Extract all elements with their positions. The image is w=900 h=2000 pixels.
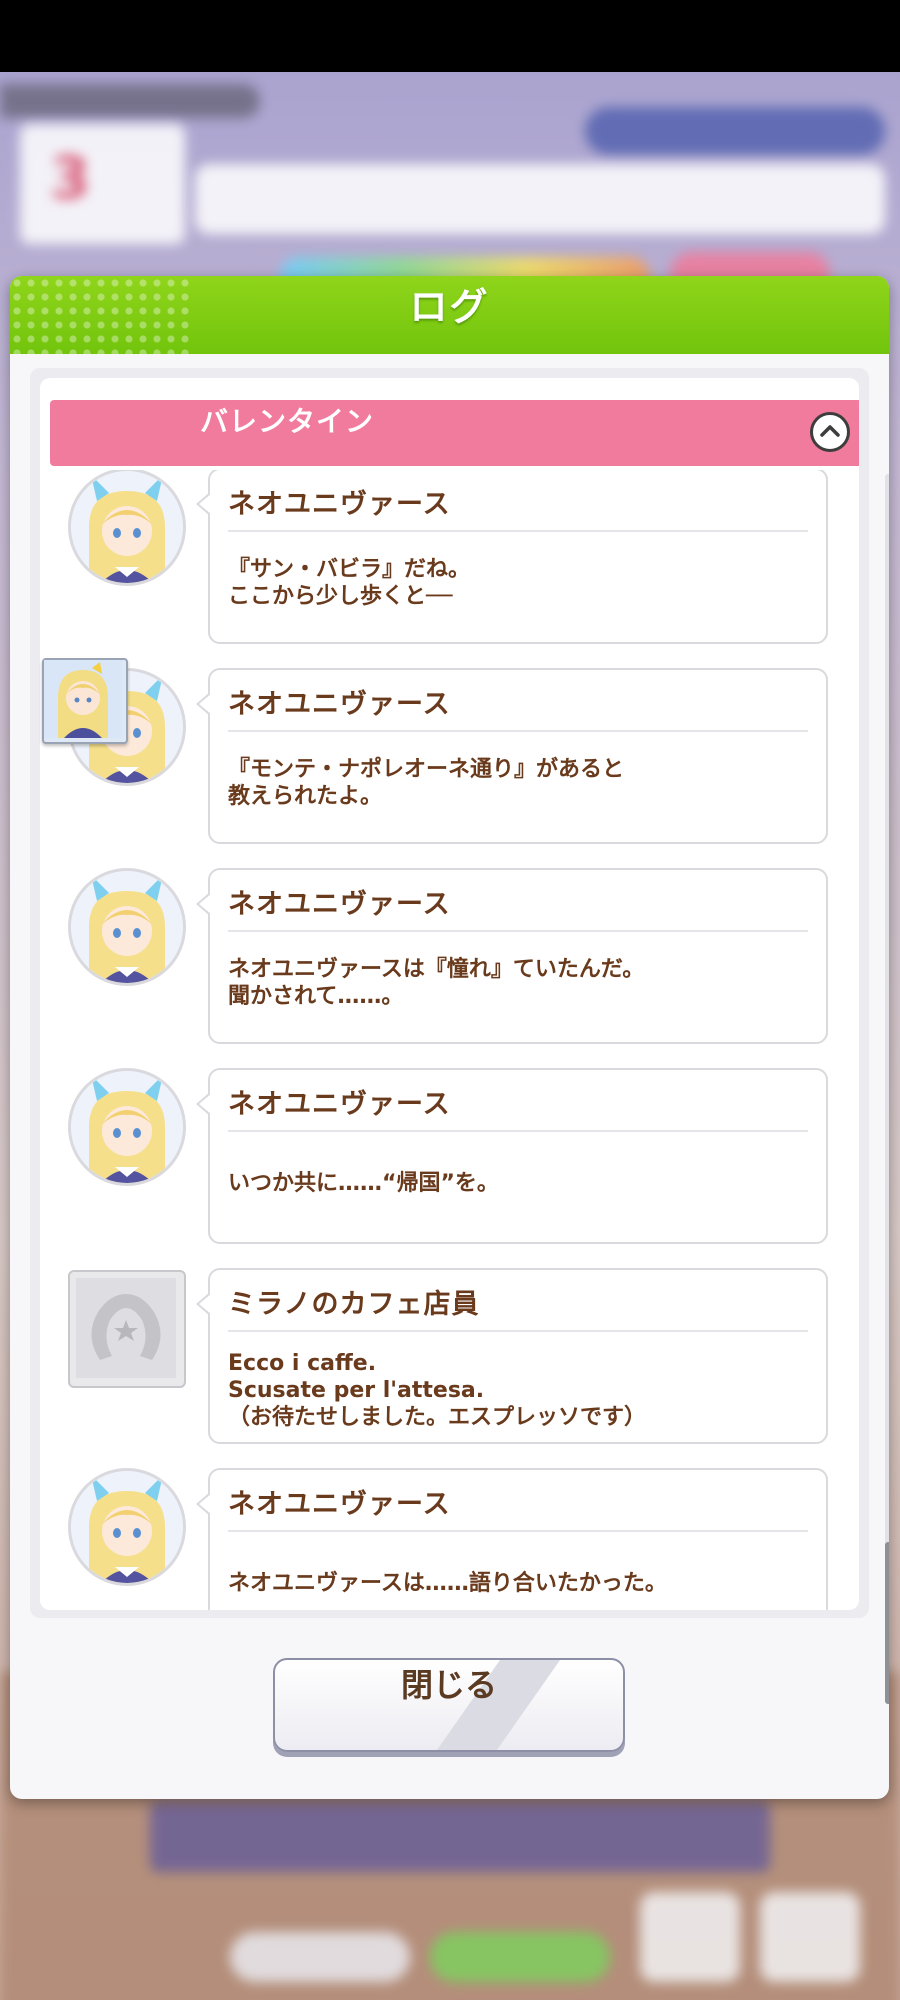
message-line: いつか共に……“帰国”を。	[228, 1171, 499, 1196]
status-bar	[0, 0, 900, 72]
bubble-divider	[228, 1530, 808, 1532]
placeholder-avatar	[68, 1270, 186, 1388]
dialog-body: バレンタイン ネオユニヴァース 『サン・バビラ』だね。 ここから少し歩くと── ネオユ…	[30, 368, 889, 1704]
dialog-title: ログ	[409, 285, 490, 329]
message-bubble: ネオユニヴァース『モンテ・ナポレオーネ通り』があると 教えられたよ。	[196, 668, 828, 844]
log-dialog: ログ バレンタイン ネオユニヴァース 『サン・バビラ』だね。 ここから少し歩くと──…	[10, 276, 889, 1799]
dialog-header: ログ	[10, 276, 889, 354]
background-log-icon-button	[640, 1892, 740, 1982]
log-entry: ネオユニヴァース『サン・バビラ』だね。 ここから少し歩くと──	[40, 470, 859, 644]
message-line: 『モンテ・ナポレオーネ通り』があると	[228, 757, 625, 782]
character-avatar	[68, 1468, 186, 1586]
bubble-divider	[228, 730, 808, 732]
speaker-name: ネオユニヴァース	[228, 889, 451, 920]
background-top-bar	[0, 84, 260, 118]
character-avatar	[68, 470, 186, 586]
background-green-button	[430, 1932, 610, 1982]
background-turn-number: 3	[50, 144, 91, 212]
speaker-name: ネオユニヴァース	[228, 1489, 451, 1520]
message-line: ネオユニヴァースは『憧れ』ていたんだ。	[228, 957, 645, 982]
message-bubble: ネオユニヴァース『サン・バビラ』だね。 ここから少し歩くと──	[196, 470, 828, 644]
background-pill	[585, 107, 885, 155]
chapter-bar[interactable]: バレンタイン	[50, 400, 859, 466]
speaker-name: ミラノのカフェ店員	[228, 1289, 480, 1320]
background-turn-box: 3	[20, 124, 185, 244]
character-avatar	[68, 868, 186, 986]
message-line: 教えられたよ。	[228, 784, 383, 809]
bubble-divider	[228, 530, 808, 532]
background-menu-icon-button	[760, 1892, 860, 1982]
scrollbar[interactable]	[885, 474, 889, 1704]
message-line: Scusate per l'attesa.	[228, 1378, 485, 1403]
background-shelf	[150, 1802, 770, 1872]
speaker-name: ネオユニヴァース	[228, 1089, 451, 1120]
message-line: 聞かされて……。	[228, 984, 404, 1009]
chapter-thumbnail	[42, 658, 128, 744]
log-panel[interactable]: バレンタイン ネオユニヴァース 『サン・バビラ』だね。 ここから少し歩くと── ネオユ…	[40, 378, 859, 1610]
speaker-name: ネオユニヴァース	[228, 489, 451, 520]
message-bubble: ネオユニヴァースネオユニヴァースは『憧れ』ていたんだ。 聞かされて……。	[196, 868, 828, 1044]
log-entry: ネオユニヴァース『モンテ・ナポレオーネ通り』があると 教えられたよ。	[40, 664, 859, 844]
message-bubble: ネオユニヴァースネオユニヴァースは……語り合いたかった。	[196, 1468, 828, 1610]
message-line: 『サン・バビラ』だね。	[228, 557, 471, 582]
chevron-up-icon	[820, 425, 840, 437]
background-info-panel	[195, 164, 885, 234]
close-button-label: 閉じる	[400, 1666, 497, 1704]
dialog-footer: 閉じる	[10, 1618, 889, 1799]
message-bubble: ミラノのカフェ店員 Ecco i caffe. Scusate per l'atte…	[196, 1268, 828, 1444]
chapter-title: バレンタイン	[200, 405, 375, 438]
message-line: （お待たせしました。エスプレッソです）	[228, 1405, 647, 1430]
message-line: ここから少し歩くと──	[228, 584, 453, 609]
log-entry: ネオユニヴァースネオユニヴァースは『憧れ』ていたんだ。 聞かされて……。	[40, 864, 859, 1044]
log-entry: ネオユニヴァースいつか共に……“帰国”を。	[40, 1064, 859, 1244]
bubble-divider	[228, 1330, 808, 1332]
log-entries: ネオユニヴァース 『サン・バビラ』だね。 ここから少し歩くと── ネオユニヴァース 『モ…	[40, 470, 859, 1610]
character-avatar	[68, 1068, 186, 1186]
speaker-name: ネオユニヴァース	[228, 689, 451, 720]
log-entry: ネオユニヴァースネオユニヴァースは……語り合いたかった。	[40, 1464, 859, 1610]
message-line: Ecco i caffe.	[228, 1351, 377, 1376]
log-entry: ミラノのカフェ店員 Ecco i caffe. Scusate per l'atte…	[40, 1264, 859, 1444]
collapse-button[interactable]	[810, 412, 850, 452]
bubble-divider	[228, 1130, 808, 1132]
close-button[interactable]: 閉じる	[273, 1658, 625, 1752]
character-portrait-icon	[44, 660, 122, 738]
bubble-divider	[228, 930, 808, 932]
background-skip-button	[230, 1932, 410, 1982]
message-line: ネオユニヴァースは……語り合いたかった。	[228, 1571, 667, 1596]
message-bubble: ネオユニヴァースいつか共に……“帰国”を。	[196, 1068, 828, 1244]
